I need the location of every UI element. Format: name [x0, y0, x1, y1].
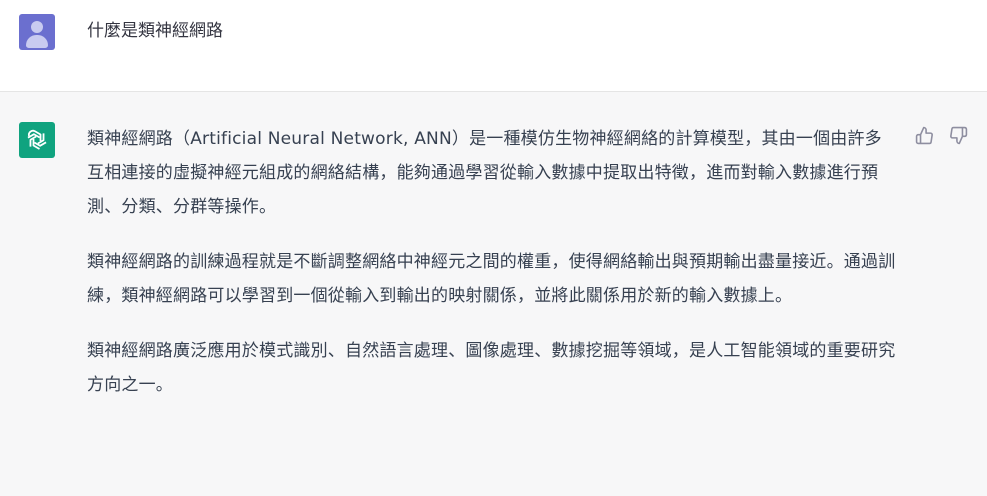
- thumbs-up-icon[interactable]: [914, 125, 934, 145]
- assistant-message-row: 類神經網路（Artificial Neural Network, ANN）是一種…: [0, 92, 987, 496]
- thumbs-down-icon[interactable]: [948, 125, 968, 145]
- feedback-buttons: [914, 125, 968, 145]
- user-message-text: 什麼是類神經網路: [87, 21, 223, 41]
- user-message-row: 什麼是類神經網路: [0, 0, 987, 92]
- user-avatar-icon: [19, 14, 55, 50]
- chat-page: 什麼是類神經網路 類神經網路（Artificial Neural Network…: [0, 0, 987, 496]
- response-paragraph-3: 類神經網路廣泛應用於模式識別、自然語言處理、圖像處理、數據挖掘等領域，是人工智能…: [87, 341, 896, 395]
- openai-logo-icon: [19, 122, 55, 158]
- response-paragraph-1: 類神經網路（Artificial Neural Network, ANN）是一種…: [87, 129, 882, 217]
- response-paragraph-2: 類神經網路的訓練過程就是不斷調整網絡中神經元之間的權重，使得網絡輸出與預期輸出盡…: [87, 252, 896, 306]
- assistant-response: 類神經網路（Artificial Neural Network, ANN）是一種…: [87, 122, 897, 423]
